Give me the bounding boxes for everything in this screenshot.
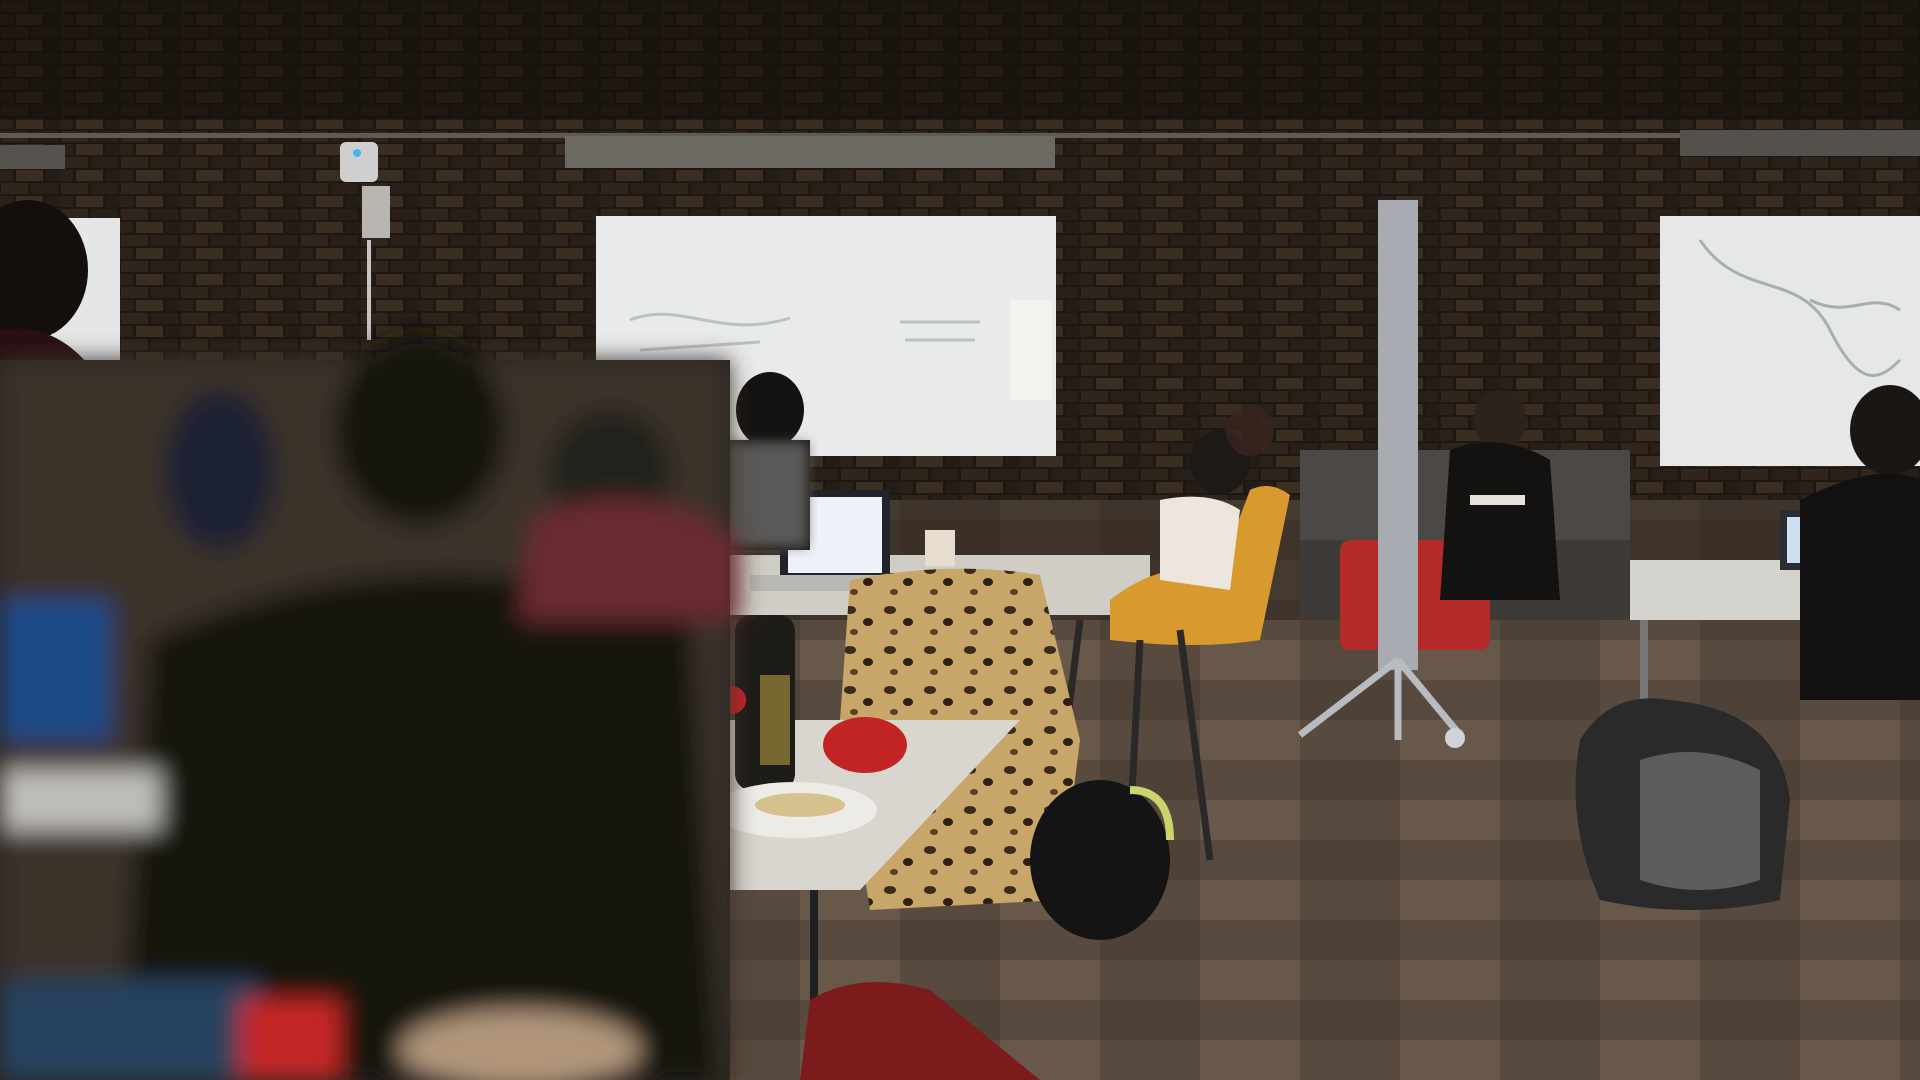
snack-bag [823, 717, 907, 773]
duffel-bag [1030, 780, 1170, 940]
light-fixture [565, 136, 1055, 168]
photo-canvas [0, 0, 1920, 1080]
projector [340, 142, 378, 182]
photo-scene [0, 0, 1920, 1080]
light-fixture [1680, 130, 1920, 156]
light-fixture [0, 145, 65, 169]
coffee-cup [925, 530, 955, 566]
blurred-foreground [0, 335, 740, 1080]
divider-pole [1378, 200, 1418, 670]
